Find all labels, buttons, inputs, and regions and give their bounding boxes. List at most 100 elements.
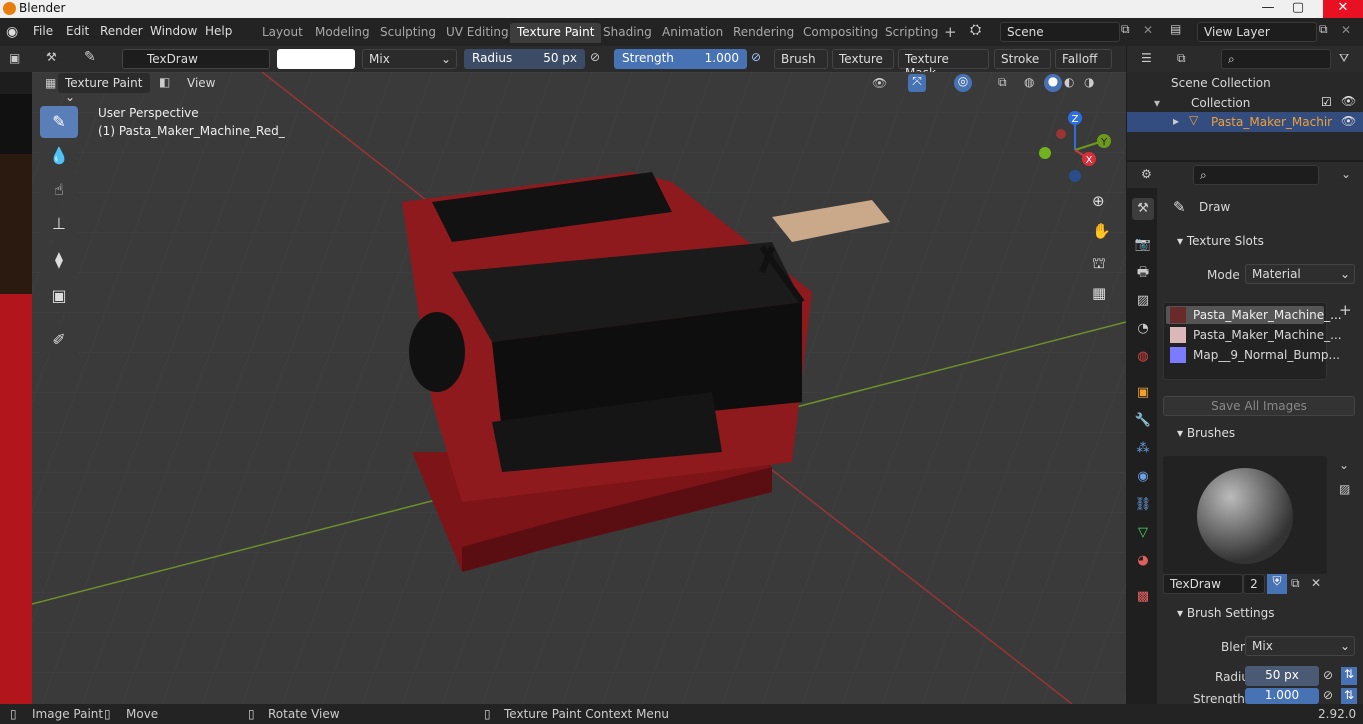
strength-field[interactable]: 1.000 [1245,688,1319,704]
tool-tab-icon[interactable]: ⚒ [1132,198,1154,220]
properties-type-icon[interactable]: ⚙ [1141,167,1152,181]
fake-user-icon[interactable]: ⛨ [1267,574,1287,594]
world-tab-icon[interactable]: ◍ [1132,346,1154,368]
ortho-grid-icon[interactable]: ▦ [1092,284,1106,302]
menu-edit[interactable]: Edit [66,24,89,38]
radius-pressure-icon[interactable]: ⊘ [1323,668,1333,682]
radius-field[interactable]: 50 px [1245,666,1319,686]
add-slot-button[interactable]: + [1339,301,1352,319]
brush-name-input[interactable]: TexDraw [1163,574,1243,594]
view-menu[interactable]: View [187,76,215,90]
particles-tab-icon[interactable]: ⁂ [1132,438,1154,460]
navigation-gizmo[interactable]: Z Y X [1032,108,1122,188]
add-workspace-button[interactable]: + [944,23,957,41]
menu-help[interactable]: Help [205,24,232,38]
soften-tool-button[interactable]: 💧 [40,140,78,172]
annotate-tool-button[interactable]: ✐ [40,324,78,356]
editor-type-icon[interactable]: ▣ [9,51,20,65]
menu-file[interactable]: File [33,24,53,38]
properties-search-field[interactable]: ⌕ [1193,165,1319,185]
brush-users-count[interactable]: 2 [1243,574,1265,594]
texture-tab-icon[interactable]: ▩ [1132,586,1154,608]
unlink-brush-icon[interactable]: ✕ [1311,576,1321,590]
menu-render[interactable]: Render [100,24,143,38]
tab-modeling[interactable]: Modeling [308,23,377,43]
radius-unit-icon[interactable]: ⇅ [1341,667,1357,685]
mode-dropdown[interactable]: Texture Paint ⌄ [58,73,150,104]
menu-window[interactable]: Window [150,24,197,38]
collection-eye-icon[interactable]: 👁 [1341,94,1356,108]
outliner-object-row[interactable]: ▸ ▽ Pasta_Maker_Machir 👁 [1127,112,1363,132]
data-tab-icon[interactable]: ▽ [1132,522,1154,544]
blend-dropdown[interactable]: Mix ⌄ [362,49,457,69]
texture-mask-menu[interactable]: Texture Mask ⌄ [898,49,989,80]
gizmo-toggle-icon[interactable]: ⤧ [908,74,926,92]
blender-menu-icon[interactable]: ◉ [6,24,18,40]
object-expand-icon[interactable]: ▸ [1173,114,1179,128]
scene-field[interactable]: Scene [1000,22,1120,42]
tool-settings-icon[interactable]: ⚒ [46,50,57,64]
remove-scene-icon[interactable]: ✕ [1143,23,1153,37]
collection-label[interactable]: Collection [1191,96,1250,110]
tab-texture-paint[interactable]: Texture Paint [510,23,602,43]
tab-rendering[interactable]: Rendering [726,23,801,43]
xray-icon[interactable]: ⧉ [998,75,1007,90]
3d-viewport[interactable]: ✎ 💧 ☝ ⊥ ⧫ ▣ ✐ ▦ Texture Paint ⌄ ◧ View U… [32,72,1126,704]
strength-slider[interactable]: Strength 1.000 [614,49,747,69]
outliner-search-field[interactable]: ⌕ [1221,49,1331,69]
minimize-button[interactable]: — [1253,0,1283,18]
properties-options-icon[interactable]: ⌄ [1341,167,1351,181]
zoom-icon[interactable]: ⊕ [1092,192,1105,210]
brush-name-field[interactable]: TexDraw [122,49,270,69]
mode-dropdown[interactable]: Material ⌄ [1245,264,1355,284]
strength-pressure-icon[interactable]: ⊘ [1323,688,1333,702]
canvas-icon[interactable]: ◧ [159,75,170,89]
pressure-strength-icon[interactable]: ⊘ [751,50,761,64]
material-shading-icon[interactable]: ◐ [1064,75,1074,89]
brush-menu[interactable]: Brush ⌄ [774,49,828,80]
camera-icon[interactable]: ⛫ [1092,254,1106,274]
view-layer-icon[interactable]: ▤ [1170,22,1181,36]
texture-slot-item[interactable]: Pasta_Maker_Machine_... [1166,306,1342,324]
physics-tab-icon[interactable]: ◉ [1132,466,1154,488]
brush-preview[interactable] [1163,456,1327,574]
tab-sculpting[interactable]: Sculpting [373,23,443,43]
close-button[interactable]: ✕ [1323,0,1363,18]
brush-browse-icon[interactable]: ⌄ [1339,458,1349,472]
strength-unit-icon[interactable]: ⇅ [1341,688,1357,704]
pressure-radius-icon[interactable]: ⊘ [590,50,600,64]
texture-slot-item[interactable]: Pasta_Maker_Machine_... [1166,326,1342,344]
radius-slider[interactable]: Radius 50 px [464,49,585,69]
brush-icon[interactable]: ✎ [84,49,96,65]
save-all-images-button[interactable]: Save All Images [1163,396,1355,416]
collection-checkbox-icon[interactable]: ☑ [1321,95,1332,109]
overlay-toggle-icon[interactable]: ◎ [954,74,972,92]
object-eye-icon[interactable]: 👁 [1341,114,1356,128]
modifier-tab-icon[interactable]: 🔧 [1132,410,1154,432]
texture-menu[interactable]: Texture ⌄ [832,49,894,80]
collection-expand-icon[interactable]: ▾ [1154,96,1160,110]
copy-view-layer-icon[interactable]: ⧉ [1319,22,1328,37]
wireframe-shading-icon[interactable]: ◍ [1024,75,1034,89]
solid-shading-icon[interactable]: ● [1044,74,1062,92]
view-layer-tab-icon[interactable]: ▨ [1132,290,1154,312]
clone-tool-button[interactable]: ⊥ [40,208,78,240]
outliner-type-icon[interactable]: ☰ [1141,51,1152,65]
display-mode-icon[interactable]: ⧉ [1177,51,1186,66]
brush-image-icon[interactable]: ▨ [1339,482,1350,496]
pan-hand-icon[interactable]: ✋ [1092,222,1111,240]
mask-tool-button[interactable]: ▣ [40,280,78,312]
editor-type-viewport-icon[interactable]: ▦ [45,76,56,90]
view-layer-field[interactable]: View Layer [1197,22,1317,42]
color-swatch[interactable] [277,49,355,69]
brush-settings-header[interactable]: ▾ Brush Settings [1163,606,1363,628]
maximize-button[interactable]: ▢ [1283,0,1313,18]
scene-tab-icon[interactable]: ◔ [1132,318,1154,340]
object-tab-icon[interactable]: ▣ [1132,382,1154,404]
visibility-icon[interactable]: 👁 [872,76,887,90]
brushes-header[interactable]: ▾ Brushes [1163,426,1363,448]
remove-view-layer-icon[interactable]: ✕ [1341,23,1351,37]
tab-compositing[interactable]: Compositing [796,23,885,43]
fill-tool-button[interactable]: ⧫ [40,244,78,276]
tab-layout[interactable]: Layout [255,23,310,43]
